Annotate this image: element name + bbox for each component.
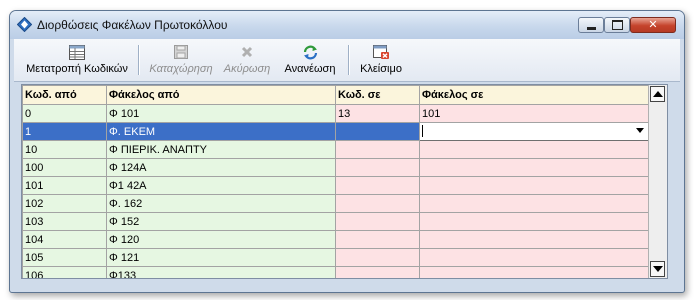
- cell-code-to[interactable]: [335, 266, 420, 278]
- minimize-button[interactable]: [578, 17, 604, 33]
- table-row[interactable]: 101 Φ1 42Α: [22, 176, 649, 195]
- cell-code-from[interactable]: 106: [22, 266, 107, 278]
- arrow-up-icon: [652, 91, 663, 97]
- floppy-disk-icon: [174, 45, 188, 59]
- cell-code-to[interactable]: [335, 230, 420, 249]
- cell-code-to[interactable]: [335, 176, 420, 195]
- close-icon: ✕: [648, 18, 658, 31]
- cell-code-from[interactable]: 10: [22, 140, 107, 159]
- cell-folder-to[interactable]: [419, 230, 649, 249]
- save-label: Καταχώρηση: [149, 63, 213, 75]
- cell-folder-from[interactable]: Φ 120: [106, 230, 336, 249]
- table-convert-icon: [69, 44, 85, 60]
- cell-code-to[interactable]: [335, 248, 420, 267]
- table-row[interactable]: 0 Φ 101 13 101: [22, 104, 649, 123]
- close-window-button[interactable]: ✕: [630, 17, 676, 33]
- table-row[interactable]: 10 Φ ΠΙΕΡΙΚ. ΑΝΑΠΤΥ: [22, 140, 649, 159]
- close-label: Κλείσιμο: [360, 63, 402, 75]
- title-bar[interactable]: Διορθώσεις Φακέλων Πρωτοκόλλου ✕: [10, 11, 684, 39]
- cancel-button[interactable]: Ακύρωση: [219, 42, 275, 78]
- header-row: Κωδ. από Φάκελος από Κωδ. σε Φάκελος σε: [22, 85, 649, 105]
- cell-code-to[interactable]: [335, 140, 420, 159]
- cell-code-from[interactable]: 1: [22, 122, 107, 141]
- cell-code-from[interactable]: 102: [22, 194, 107, 213]
- vertical-scrollbar[interactable]: [648, 85, 667, 278]
- cell-folder-from[interactable]: Φ1 42Α: [106, 176, 336, 195]
- chevron-down-icon[interactable]: [636, 128, 644, 133]
- toolbar-separator: [138, 45, 140, 75]
- cell-code-from[interactable]: 105: [22, 248, 107, 267]
- data-table: Κωδ. από Φάκελος από Κωδ. σε Φάκελος σε …: [22, 85, 649, 278]
- cell-code-to[interactable]: [335, 194, 420, 213]
- cell-folder-from[interactable]: Φ ΠΙΕΡΙΚ. ΑΝΑΠΤΥ: [106, 140, 336, 159]
- maximize-button[interactable]: [604, 17, 630, 33]
- table-row[interactable]: 102 Φ. 162: [22, 194, 649, 213]
- toolbar-separator: [348, 45, 350, 75]
- cell-folder-to[interactable]: [419, 194, 649, 213]
- close-window-icon: [373, 45, 389, 59]
- cell-code-to[interactable]: [335, 122, 420, 141]
- refresh-arrows-icon: [303, 45, 317, 59]
- scroll-down-button[interactable]: [650, 261, 665, 277]
- close-button[interactable]: Κλείσιμο: [354, 42, 408, 78]
- cell-folder-from[interactable]: Φ. ΕΚΕΜ: [106, 122, 336, 141]
- cell-folder-to[interactable]: [419, 158, 649, 177]
- x-cross-icon: [241, 46, 253, 58]
- column-header-folder-from[interactable]: Φάκελος από: [106, 85, 336, 105]
- arrow-down-icon: [652, 266, 663, 272]
- column-header-code-to[interactable]: Κωδ. σε: [335, 85, 420, 105]
- cell-code-from[interactable]: 100: [22, 158, 107, 177]
- cell-folder-from[interactable]: Φ. 162: [106, 194, 336, 213]
- minimize-icon: [586, 26, 596, 30]
- cell-folder-from[interactable]: Φ 152: [106, 212, 336, 231]
- cell-code-from[interactable]: 104: [22, 230, 107, 249]
- cell-folder-from[interactable]: Φ133: [106, 266, 336, 278]
- table-row[interactable]: 105 Φ 121: [22, 248, 649, 267]
- column-header-code-from[interactable]: Κωδ. από: [22, 85, 107, 105]
- cell-folder-to[interactable]: 101: [419, 104, 649, 123]
- convert-codes-button[interactable]: Μετατροπή Κωδικών: [22, 42, 132, 78]
- cell-folder-to[interactable]: [419, 140, 649, 159]
- scroll-up-button[interactable]: [650, 86, 665, 102]
- save-button[interactable]: Καταχώρηση: [145, 42, 217, 78]
- cell-folder-from[interactable]: Φ 124Α: [106, 158, 336, 177]
- folders-grid[interactable]: Κωδ. από Φάκελος από Κωδ. σε Φάκελος σε …: [21, 84, 668, 279]
- table-row[interactable]: 100 Φ 124Α: [22, 158, 649, 177]
- toolbar: Μετατροπή Κωδικών Καταχώρηση Ακύρωση Ανα…: [14, 39, 680, 82]
- cell-code-from[interactable]: 0: [22, 104, 107, 123]
- table-row[interactable]: 103 Φ 152: [22, 212, 649, 231]
- table-row[interactable]: 106 Φ133: [22, 266, 649, 278]
- folder-to-dropdown[interactable]: [419, 122, 649, 141]
- cell-folder-to[interactable]: [419, 212, 649, 231]
- cell-folder-to[interactable]: [419, 266, 649, 278]
- app-window: Διορθώσεις Φακέλων Πρωτοκόλλου ✕ Μετατρο…: [9, 10, 685, 293]
- text-caret: [422, 125, 423, 137]
- maximize-icon: [611, 20, 623, 30]
- refresh-label: Ανανέωση: [284, 63, 336, 75]
- table-row[interactable]: 104 Φ 120: [22, 230, 649, 249]
- cancel-label: Ακύρωση: [223, 63, 271, 75]
- cell-folder-from[interactable]: Φ 101: [106, 104, 336, 123]
- cell-folder-to[interactable]: [419, 248, 649, 267]
- cell-code-from[interactable]: 103: [22, 212, 107, 231]
- window-title: Διορθώσεις Φακέλων Πρωτοκόλλου: [37, 18, 228, 32]
- cell-folder-from[interactable]: Φ 121: [106, 248, 336, 267]
- cell-code-to[interactable]: [335, 212, 420, 231]
- column-header-folder-to[interactable]: Φάκελος σε: [419, 85, 649, 105]
- cell-folder-to[interactable]: [419, 176, 649, 195]
- cell-code-to[interactable]: 13: [335, 104, 420, 123]
- convert-codes-label: Μετατροπή Κωδικών: [26, 63, 128, 75]
- cell-code-to[interactable]: [335, 158, 420, 177]
- table-row-selected[interactable]: 1 Φ. ΕΚΕΜ: [22, 122, 649, 141]
- cell-code-from[interactable]: 101: [22, 176, 107, 195]
- refresh-button[interactable]: Ανανέωση: [278, 42, 342, 78]
- diamond-arrows-icon: [17, 17, 32, 32]
